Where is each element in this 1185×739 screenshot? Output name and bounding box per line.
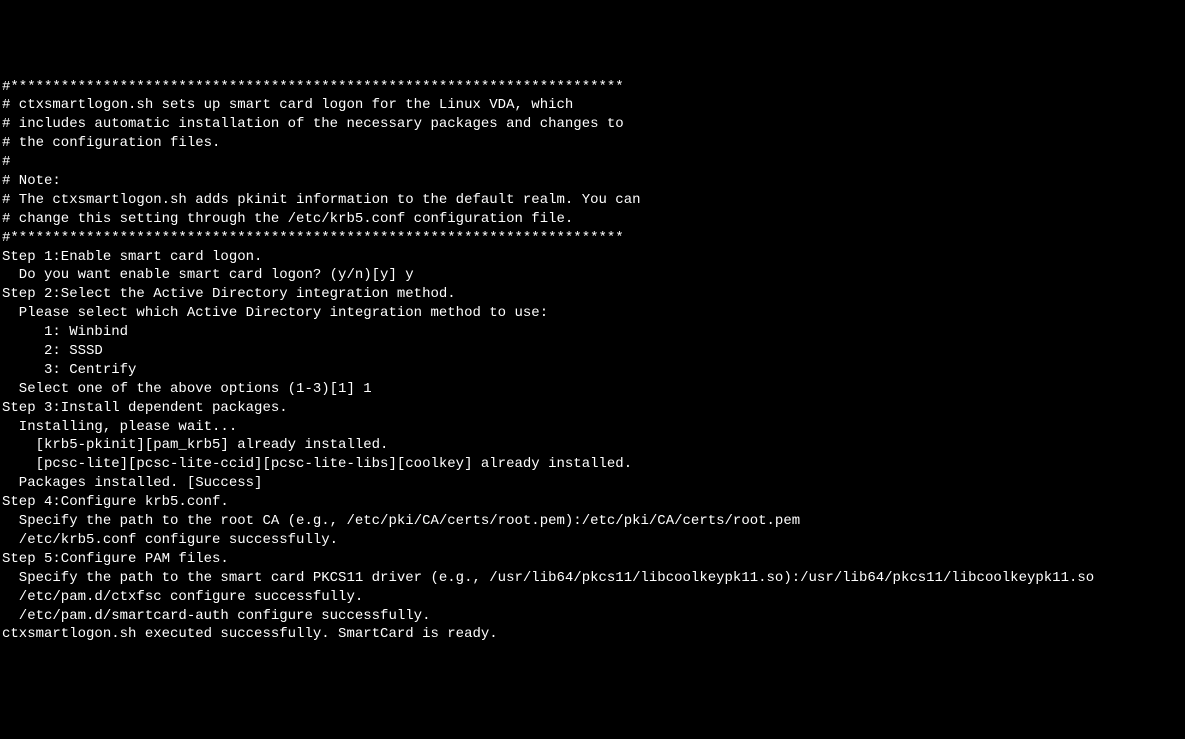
step-2-option-3: 3: Centrify xyxy=(2,361,1183,380)
step-5-smartcard-auth-success: /etc/pam.d/smartcard-auth configure succ… xyxy=(2,607,1183,626)
step-5-prompt: Specify the path to the smart card PKCS1… xyxy=(2,569,1183,588)
step-2-prompt: Please select which Active Directory int… xyxy=(2,304,1183,323)
comment-line: # The ctxsmartlogon.sh adds pkinit infor… xyxy=(2,191,1183,210)
step-3-success: Packages installed. [Success] xyxy=(2,474,1183,493)
step-2-option-2: 2: SSSD xyxy=(2,342,1183,361)
step-4-prompt: Specify the path to the root CA (e.g., /… xyxy=(2,512,1183,531)
comment-border-top: #***************************************… xyxy=(2,78,1183,97)
execution-complete: ctxsmartlogon.sh executed successfully. … xyxy=(2,625,1183,644)
step-1-prompt: Do you want enable smart card logon? (y/… xyxy=(2,266,1183,285)
step-3-packages-1: [krb5-pkinit][pam_krb5] already installe… xyxy=(2,436,1183,455)
comment-note-header: # Note: xyxy=(2,172,1183,191)
comment-line: # the configuration files. xyxy=(2,134,1183,153)
step-5-header: Step 5:Configure PAM files. xyxy=(2,550,1183,569)
step-3-packages-2: [pcsc-lite][pcsc-lite-ccid][pcsc-lite-li… xyxy=(2,455,1183,474)
terminal-output: #***************************************… xyxy=(2,78,1183,645)
step-2-header: Step 2:Select the Active Directory integ… xyxy=(2,285,1183,304)
comment-border-bottom: #***************************************… xyxy=(2,229,1183,248)
comment-line: # includes automatic installation of the… xyxy=(2,115,1183,134)
step-3-header: Step 3:Install dependent packages. xyxy=(2,399,1183,418)
step-2-option-1: 1: Winbind xyxy=(2,323,1183,342)
step-4-success: /etc/krb5.conf configure successfully. xyxy=(2,531,1183,550)
step-1-header: Step 1:Enable smart card logon. xyxy=(2,248,1183,267)
step-2-selection: Select one of the above options (1-3)[1]… xyxy=(2,380,1183,399)
step-3-installing: Installing, please wait... xyxy=(2,418,1183,437)
comment-line: # xyxy=(2,153,1183,172)
step-5-ctxfsc-success: /etc/pam.d/ctxfsc configure successfully… xyxy=(2,588,1183,607)
comment-line: # ctxsmartlogon.sh sets up smart card lo… xyxy=(2,96,1183,115)
step-4-header: Step 4:Configure krb5.conf. xyxy=(2,493,1183,512)
comment-line: # change this setting through the /etc/k… xyxy=(2,210,1183,229)
